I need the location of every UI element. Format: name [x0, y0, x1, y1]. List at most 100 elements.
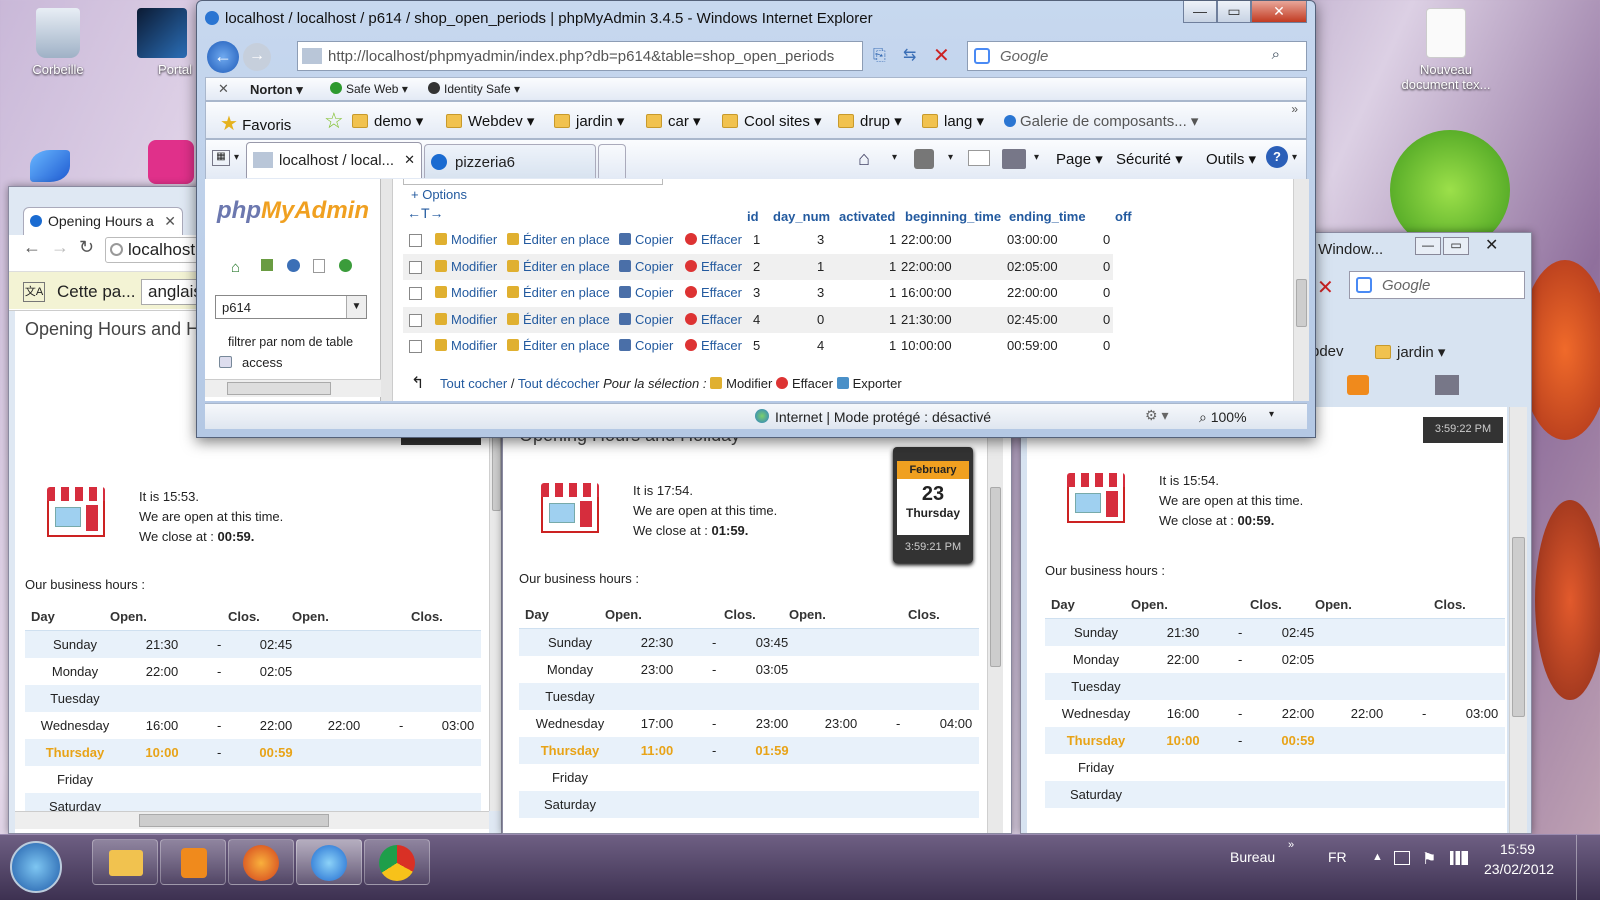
close-tab-icon[interactable]: ✕ — [164, 213, 176, 230]
vertical-scrollbar[interactable] — [1293, 179, 1309, 401]
minimize-button[interactable]: — — [1183, 1, 1217, 23]
delete-row-link[interactable]: Effacer — [685, 259, 742, 274]
back-button[interactable]: ← — [207, 41, 239, 73]
chevron-down-icon[interactable]: ▾ — [1034, 152, 1039, 163]
row-checkbox[interactable] — [409, 313, 422, 327]
taskbar-media[interactable] — [160, 839, 226, 885]
search-input[interactable]: Google — [1349, 271, 1525, 299]
show-hidden-icons[interactable]: ▲ — [1372, 851, 1383, 863]
docs-icon[interactable] — [313, 259, 325, 273]
zoom-control[interactable]: ⌕ 100% — [1199, 409, 1247, 426]
row-checkbox[interactable] — [409, 234, 422, 247]
copy-row-link[interactable]: Copier — [619, 312, 673, 327]
identity-safe-button[interactable]: Identity Safe ▾ — [428, 82, 520, 96]
vertical-scrollbar[interactable] — [1509, 407, 1527, 833]
favorites-folder-cool-sites[interactable]: Cool sites ▾ — [722, 112, 822, 130]
options-link[interactable]: + Options — [411, 187, 467, 202]
column-header-beginning-time[interactable]: beginning_time — [905, 209, 1001, 224]
taskbar-chrome[interactable] — [364, 839, 430, 885]
copy-row-link[interactable]: Copier — [619, 285, 673, 300]
favorites-folder-car[interactable]: car ▾ — [646, 112, 701, 130]
column-header-id[interactable]: id — [747, 209, 759, 224]
database-select[interactable]: p614 ▼ — [215, 295, 367, 319]
clock-date[interactable]: 23/02/2012 — [1484, 861, 1554, 877]
uncheck-all-link[interactable]: Tout décocher — [518, 376, 600, 391]
safe-web-button[interactable]: Safe Web ▾ — [330, 82, 408, 96]
query-icon[interactable] — [287, 259, 300, 272]
print-icon[interactable] — [1435, 375, 1459, 395]
maximize-button[interactable]: ▭ — [1443, 237, 1469, 255]
bulk-export-button[interactable]: Exporter — [836, 376, 902, 391]
chevron-right-icon[interactable]: » — [1291, 102, 1298, 116]
bulk-edit-button[interactable]: Modifier — [710, 376, 772, 391]
edit-row-link[interactable]: Modifier — [435, 338, 497, 353]
row-checkbox[interactable] — [409, 340, 422, 353]
delete-row-link[interactable]: Effacer — [685, 338, 742, 353]
row-checkbox[interactable] — [409, 260, 422, 274]
stop-icon[interactable]: ✕ — [933, 43, 950, 68]
minimize-button[interactable]: — — [1415, 237, 1441, 255]
forward-icon[interactable]: → — [51, 237, 69, 258]
inline-edit-link[interactable]: Éditer en place — [507, 259, 610, 274]
print-icon[interactable] — [1002, 149, 1026, 169]
show-desktop-button[interactable] — [1576, 835, 1600, 900]
close-window-button[interactable]: ✕ — [1251, 1, 1307, 23]
edit-row-link[interactable]: Modifier — [435, 285, 497, 300]
delete-row-link[interactable]: Effacer — [685, 312, 742, 327]
desktop-toolbar-label[interactable]: Bureau — [1230, 849, 1275, 865]
edit-row-link[interactable]: Modifier — [435, 259, 497, 274]
inline-edit-link[interactable]: Éditer en place — [507, 232, 610, 247]
refresh-icon[interactable]: ⇆ — [903, 45, 916, 65]
start-button[interactable] — [10, 841, 62, 893]
bulk-delete-button[interactable]: Effacer — [775, 376, 833, 391]
language-indicator[interactable]: FR — [1328, 849, 1347, 865]
reload-icon[interactable]: ↻ — [79, 237, 94, 258]
horizontal-scrollbar[interactable] — [205, 379, 381, 397]
horizontal-scrollbar[interactable] — [15, 811, 489, 829]
home-icon[interactable]: ⌂ — [231, 259, 240, 276]
favorites-button[interactable]: ★ Favoris — [220, 111, 291, 136]
close-tab-icon[interactable]: ✕ — [404, 152, 415, 168]
clock-time[interactable]: 15:59 — [1500, 841, 1535, 857]
chevron-down-icon[interactable]: ▾ — [892, 152, 897, 163]
maximize-button[interactable]: ▭ — [1217, 1, 1251, 23]
pma-logo[interactable]: phpMyAdmin — [217, 197, 369, 225]
favorites-folder-jardin[interactable]: jardin ▾ — [1375, 343, 1445, 361]
chevron-down-icon[interactable]: ▾ — [234, 152, 239, 163]
delete-row-link[interactable]: Effacer — [685, 285, 742, 300]
stop-icon[interactable]: ✕ — [1317, 275, 1334, 300]
frame-splitter[interactable] — [381, 179, 393, 401]
tab-phpmyadmin[interactable]: localhost / local... ✕ — [246, 142, 422, 178]
search-input[interactable]: Google ⌕ — [967, 41, 1307, 71]
table-filter-input[interactable]: filtrer par nom de table — [225, 331, 365, 353]
chevron-down-icon[interactable]: ▾ — [1269, 409, 1274, 420]
edit-row-link[interactable]: Modifier — [435, 312, 497, 327]
favorites-folder-jardin[interactable]: jardin ▾ — [554, 112, 624, 130]
favorites-folder-drup[interactable]: drup ▾ — [838, 112, 902, 130]
table-link-access[interactable]: access — [219, 355, 282, 370]
column-header-ending-time[interactable]: ending_time — [1009, 209, 1086, 224]
forward-button[interactable]: → — [243, 43, 271, 71]
inline-edit-link[interactable]: Éditer en place — [507, 312, 610, 327]
action-center-flag-icon[interactable]: ⚑ — [1422, 849, 1436, 869]
menu-security[interactable]: Sécurité ▾ — [1116, 150, 1183, 168]
wamp-icon[interactable] — [148, 140, 194, 184]
check-all-link[interactable]: Tout cocher — [440, 376, 507, 391]
taskbar-firefox[interactable] — [228, 839, 294, 885]
desktop-icon-new-text-document[interactable]: Nouveau document tex... — [1400, 8, 1492, 92]
quick-tabs-icon[interactable]: ▦ — [212, 150, 230, 166]
search-icon[interactable]: ⌕ — [1272, 46, 1280, 63]
home-icon[interactable]: ⌂ — [858, 148, 870, 171]
new-tab-button[interactable] — [598, 144, 626, 178]
inline-edit-link[interactable]: Éditer en place — [507, 285, 610, 300]
column-header-day-num[interactable]: day_num — [773, 209, 830, 224]
taskbar-ie[interactable] — [296, 839, 362, 885]
tab-opening-hours[interactable]: Opening Hours a ✕ — [23, 207, 183, 235]
column-header-activated[interactable]: activated — [839, 209, 895, 224]
chevron-down-icon[interactable]: ▾ — [948, 152, 953, 163]
menu-page[interactable]: Page ▾ — [1056, 150, 1103, 168]
reload-icon[interactable] — [339, 259, 352, 272]
tab-pizzeria6[interactable]: pizzeria6 — [424, 144, 596, 178]
favorites-folder-demo[interactable]: demo ▾ — [352, 112, 423, 130]
network-icon[interactable] — [1450, 851, 1468, 865]
